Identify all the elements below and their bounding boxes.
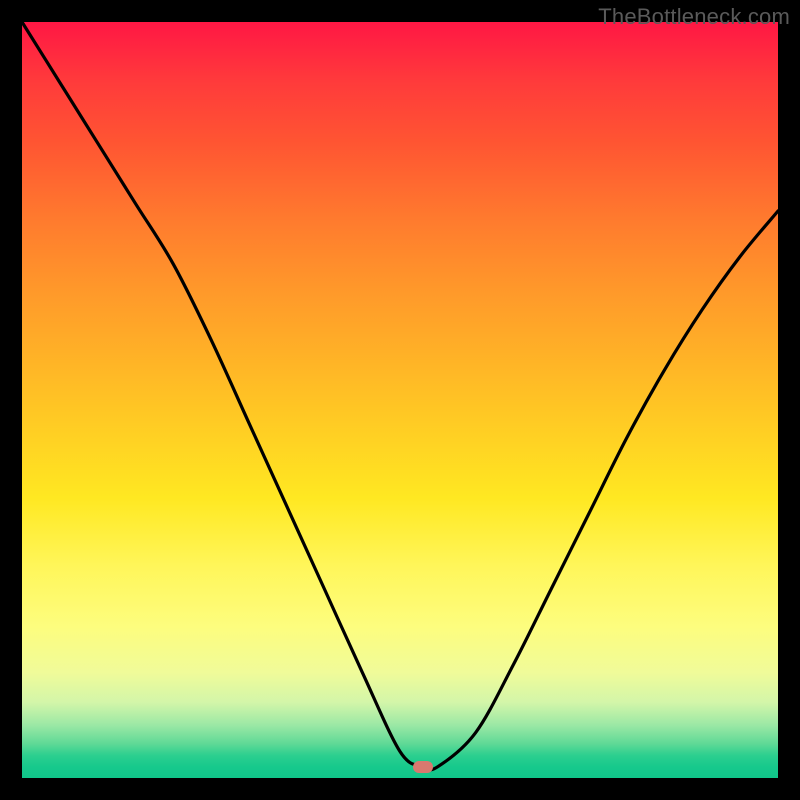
chart-stage: TheBottleneck.com: [0, 0, 800, 800]
bottleneck-curve-line: [22, 22, 778, 770]
watermark-text: TheBottleneck.com: [598, 4, 790, 30]
chart-svg: [22, 22, 778, 778]
optimum-marker: [413, 761, 433, 773]
